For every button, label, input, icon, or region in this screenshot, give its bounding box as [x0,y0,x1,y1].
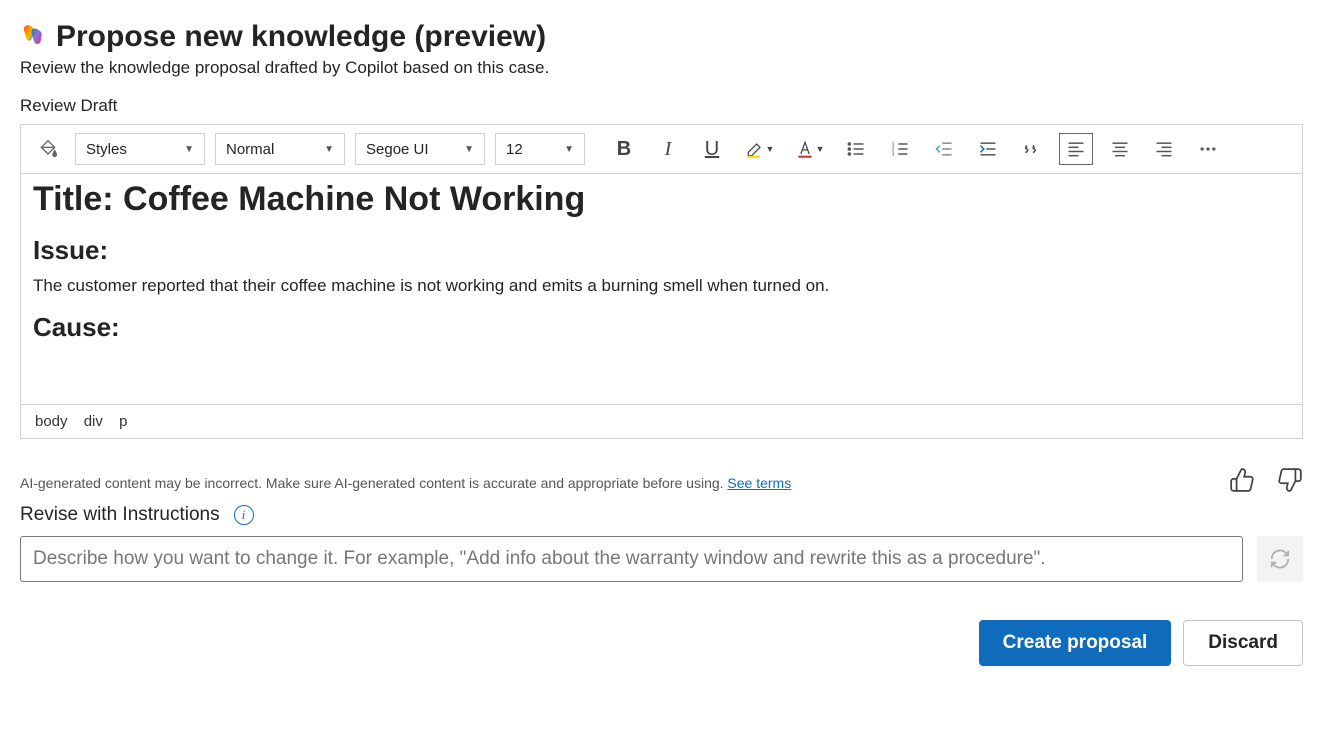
font-dropdown[interactable]: Segoe UI ▼ [355,133,485,165]
info-icon[interactable]: i [234,505,254,525]
chevron-down-icon: ▼ [184,144,194,155]
align-left-button[interactable] [1059,133,1093,165]
highlight-color-button[interactable]: ▼ [739,133,779,165]
chevron-down-icon: ▼ [324,144,334,155]
font-size-dropdown[interactable]: 12 ▼ [495,133,585,165]
numbered-list-button[interactable]: 1 2 3 [883,133,917,165]
rich-text-editor: Styles ▼ Normal ▼ Segoe UI ▼ 12 ▼ B I U … [20,124,1303,439]
issue-text: The customer reported that their coffee … [33,276,1290,296]
bold-button[interactable]: B [607,133,641,165]
issue-heading: Issue: [33,235,1290,266]
disclaimer-text: AI-generated content may be incorrect. M… [20,475,727,491]
section-label: Review Draft [20,96,1303,116]
document-title: Title: Coffee Machine Not Working [33,180,1290,219]
italic-button[interactable]: I [651,133,685,165]
styles-dropdown-label: Styles [86,141,127,158]
thumbs-up-button[interactable] [1229,467,1255,498]
path-body[interactable]: body [35,413,68,430]
ai-disclaimer: AI-generated content may be incorrect. M… [20,475,791,491]
styles-dropdown[interactable]: Styles ▼ [75,133,205,165]
format-dropdown[interactable]: Normal ▼ [215,133,345,165]
bulleted-list-button[interactable] [839,133,873,165]
underline-button[interactable]: U [695,133,729,165]
see-terms-link[interactable]: See terms [727,475,791,491]
format-paint-icon[interactable] [31,133,65,165]
blockquote-button[interactable] [1015,133,1049,165]
path-div[interactable]: div [84,413,103,430]
indent-button[interactable] [971,133,1005,165]
copilot-icon [20,22,46,53]
path-p[interactable]: p [119,413,127,430]
more-options-button[interactable] [1191,133,1225,165]
element-path-bar: body div p [21,404,1302,438]
chevron-down-icon: ▼ [564,144,574,155]
cause-heading: Cause: [33,312,1290,343]
align-right-button[interactable] [1147,133,1181,165]
svg-text:3: 3 [892,152,895,158]
format-dropdown-label: Normal [226,141,274,158]
thumbs-down-button[interactable] [1277,467,1303,498]
discard-button[interactable]: Discard [1183,620,1303,666]
chevron-down-icon: ▼ [766,144,775,154]
font-size-label: 12 [506,141,523,158]
editor-content[interactable]: Title: Coffee Machine Not Working Issue:… [21,174,1302,404]
create-proposal-button[interactable]: Create proposal [979,620,1172,666]
refresh-button[interactable] [1257,536,1303,582]
toolbar: Styles ▼ Normal ▼ Segoe UI ▼ 12 ▼ B I U … [21,125,1302,174]
revise-label: Revise with Instructions [20,504,220,526]
font-dropdown-label: Segoe UI [366,141,429,158]
chevron-down-icon: ▼ [816,144,825,154]
outdent-button[interactable] [927,133,961,165]
align-center-button[interactable] [1103,133,1137,165]
page-title: Propose new knowledge (preview) [56,20,546,54]
page-subtitle: Review the knowledge proposal drafted by… [20,58,1303,78]
revise-input[interactable] [20,536,1243,582]
font-color-button[interactable]: ▼ [789,133,829,165]
chevron-down-icon: ▼ [464,144,474,155]
